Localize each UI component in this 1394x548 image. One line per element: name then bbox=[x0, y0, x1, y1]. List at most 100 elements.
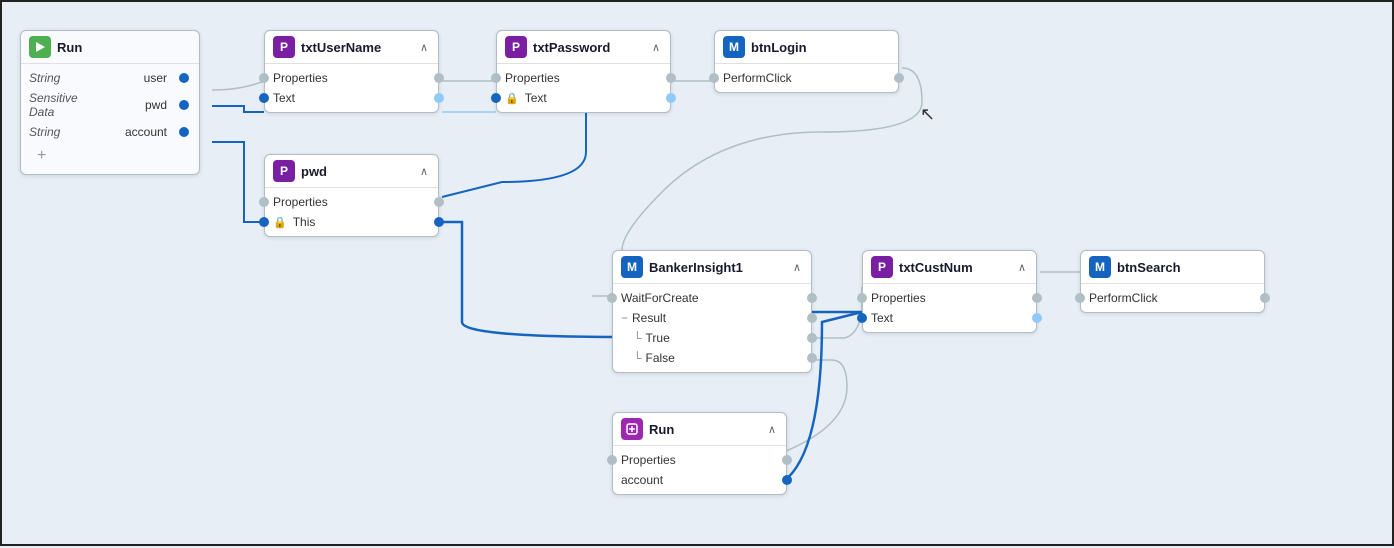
run-left-title: Run bbox=[57, 40, 189, 55]
run-left-label-pwd: pwd bbox=[100, 98, 175, 112]
banker-label-wait: WaitForCreate bbox=[621, 291, 801, 305]
banker-chevron: ∧ bbox=[793, 261, 801, 274]
txt-password-port-text-right bbox=[666, 93, 676, 103]
btn-search-header: M btnSearch bbox=[1081, 251, 1264, 284]
pwd-port-this-right bbox=[434, 217, 444, 227]
banker-label-result: Result bbox=[632, 311, 801, 325]
txt-custnum-icon: P bbox=[871, 256, 893, 278]
txt-custnum-port-text-right bbox=[1032, 313, 1042, 323]
txt-password-row-text: 🔒 Text bbox=[497, 88, 670, 108]
pwd-row-this: 🔒 This bbox=[265, 212, 438, 232]
txt-username-icon: P bbox=[273, 36, 295, 58]
banker-port-wait-right bbox=[807, 293, 817, 303]
txt-custnum-body: Properties Text bbox=[863, 284, 1036, 332]
txt-custnum-node: P txtCustNum ∧ Properties Text bbox=[862, 250, 1037, 333]
pwd-node-header: P pwd ∧ bbox=[265, 155, 438, 188]
txt-username-title: txtUserName bbox=[301, 40, 414, 55]
run-bottom-label-account: account bbox=[621, 473, 776, 487]
txt-username-row-text: Text bbox=[265, 88, 438, 108]
btn-login-port-right bbox=[894, 73, 904, 83]
btn-login-port-left bbox=[709, 73, 719, 83]
run-left-type-pwd: Sensitive Data bbox=[29, 91, 96, 119]
banker-tree-result: − bbox=[621, 311, 628, 325]
btn-login-node: M btnLogin PerformClick bbox=[714, 30, 899, 93]
banker-header: M BankerInsight1 ∧ bbox=[613, 251, 811, 284]
run-bottom-icon bbox=[621, 418, 643, 440]
btn-login-header: M btnLogin bbox=[715, 31, 898, 64]
run-bottom-chevron: ∧ bbox=[768, 423, 776, 436]
banker-port-wait-left bbox=[607, 293, 617, 303]
btn-search-port-right bbox=[1260, 293, 1270, 303]
txt-username-port-text-right bbox=[434, 93, 444, 103]
run-bottom-port-account bbox=[782, 475, 792, 485]
run-left-type-account: String bbox=[29, 125, 96, 139]
pwd-node-body: Properties 🔒 This bbox=[265, 188, 438, 236]
lock-icon-this: 🔒 bbox=[273, 216, 287, 229]
banker-row-result: − Result bbox=[613, 308, 811, 328]
txt-password-chevron: ∧ bbox=[652, 41, 660, 54]
btn-search-title: btnSearch bbox=[1117, 260, 1254, 275]
run-bottom-row-account: account bbox=[613, 470, 786, 490]
txt-password-header: P txtPassword ∧ bbox=[497, 31, 670, 64]
btn-login-icon: M bbox=[723, 36, 745, 58]
run-left-icon bbox=[29, 36, 51, 58]
txt-username-port-props-left bbox=[259, 73, 269, 83]
btn-search-node: M btnSearch PerformClick bbox=[1080, 250, 1265, 313]
txt-username-chevron: ∧ bbox=[420, 41, 428, 54]
txt-password-port-props-right bbox=[666, 73, 676, 83]
run-left-port-pwd bbox=[179, 100, 189, 110]
pwd-node-chevron: ∧ bbox=[420, 165, 428, 178]
txt-username-port-props-right bbox=[434, 73, 444, 83]
btn-login-title: btnLogin bbox=[751, 40, 888, 55]
banker-row-false: └ False bbox=[613, 348, 811, 368]
run-left-body: String user Sensitive Data pwd String ac… bbox=[21, 64, 199, 174]
run-bottom-title: Run bbox=[649, 422, 762, 437]
pwd-node: P pwd ∧ Properties 🔒 This bbox=[264, 154, 439, 237]
btn-login-body: PerformClick bbox=[715, 64, 898, 92]
run-left-label-account: account bbox=[100, 125, 175, 139]
btn-search-body: PerformClick bbox=[1081, 284, 1264, 312]
txt-custnum-chevron: ∧ bbox=[1018, 261, 1026, 274]
txt-custnum-label-props: Properties bbox=[871, 291, 1026, 305]
run-left-add-btn[interactable]: + bbox=[29, 145, 54, 167]
mouse-cursor: ↖ bbox=[920, 104, 935, 125]
workflow-canvas: Run String user Sensitive Data pwd Strin… bbox=[2, 2, 1394, 548]
pwd-row-props: Properties bbox=[265, 192, 438, 212]
txt-custnum-header: P txtCustNum ∧ bbox=[863, 251, 1036, 284]
txt-custnum-port-text-left bbox=[857, 313, 867, 323]
pwd-label-props: Properties bbox=[273, 195, 428, 209]
txt-username-row-props: Properties bbox=[265, 68, 438, 88]
run-left-row-user: String user bbox=[21, 68, 199, 88]
txt-password-node: P txtPassword ∧ Properties 🔒 Text bbox=[496, 30, 671, 113]
banker-port-result-right bbox=[807, 313, 817, 323]
pwd-node-icon: P bbox=[273, 160, 295, 182]
btn-search-icon: M bbox=[1089, 256, 1111, 278]
run-bottom-row-props: Properties bbox=[613, 450, 786, 470]
run-node-left: Run String user Sensitive Data pwd Strin… bbox=[20, 30, 200, 175]
run-left-type-user: String bbox=[29, 71, 96, 85]
txt-password-icon: P bbox=[505, 36, 527, 58]
txt-username-body: Properties Text bbox=[265, 64, 438, 112]
run-left-row-account: String account bbox=[21, 122, 199, 142]
txt-password-label-props: Properties bbox=[505, 71, 660, 85]
btn-login-label-perform: PerformClick bbox=[723, 71, 888, 85]
banker-tree-false: └ bbox=[633, 351, 642, 365]
txt-custnum-port-props-left bbox=[857, 293, 867, 303]
pwd-label-this: This bbox=[293, 215, 428, 229]
run-left-add-row[interactable]: + bbox=[21, 142, 199, 170]
txt-username-label-text: Text bbox=[273, 91, 428, 105]
run-left-port-user bbox=[179, 73, 189, 83]
run-bottom-body: Properties account bbox=[613, 446, 786, 494]
btn-search-row-perform: PerformClick bbox=[1081, 288, 1264, 308]
txt-username-label-props: Properties bbox=[273, 71, 428, 85]
txt-custnum-row-props: Properties bbox=[863, 288, 1036, 308]
banker-port-false-right bbox=[807, 353, 817, 363]
txt-password-port-props-left bbox=[491, 73, 501, 83]
btn-search-label-perform: PerformClick bbox=[1089, 291, 1254, 305]
txt-password-port-text-left bbox=[491, 93, 501, 103]
banker-title: BankerInsight1 bbox=[649, 260, 787, 275]
run-bottom-port-props-right bbox=[782, 455, 792, 465]
txt-username-port-text-left bbox=[259, 93, 269, 103]
run-left-label-user: user bbox=[100, 71, 175, 85]
banker-label-true: True bbox=[646, 331, 801, 345]
